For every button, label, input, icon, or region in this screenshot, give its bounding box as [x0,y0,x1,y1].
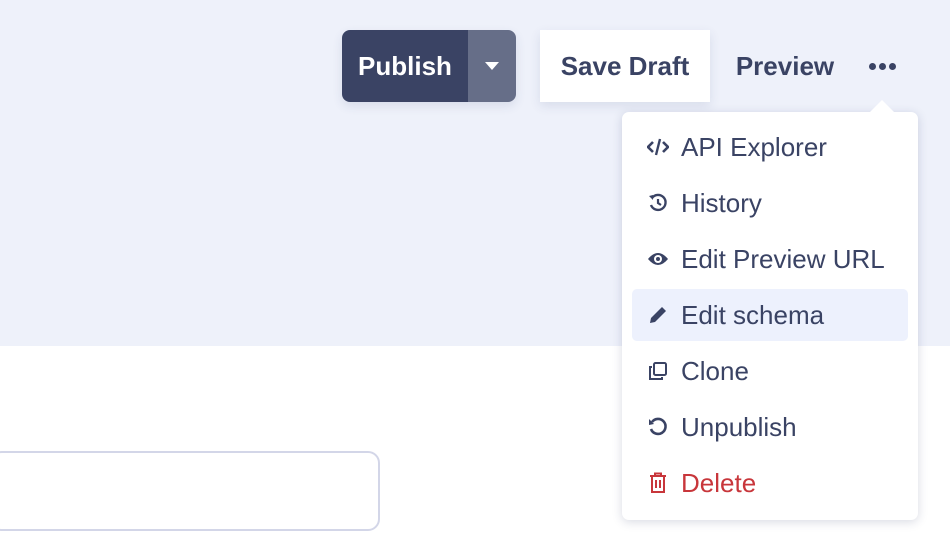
undo-icon [647,416,669,438]
menu-item-label: Edit schema [681,299,825,330]
menu-item-delete[interactable]: Delete [632,457,908,509]
eye-icon [647,248,669,270]
menu-item-label: Delete [681,467,757,498]
more-options-menu: API Explorer History Edit Preview URL Ed… [622,100,918,520]
chevron-down-icon [485,62,499,70]
trash-icon [647,472,669,494]
code-icon [647,136,669,158]
menu-item-label: History [681,187,762,218]
publish-button[interactable]: Publish [342,30,468,102]
menu-item-label: Unpublish [681,411,797,442]
menu-item-label: Edit Preview URL [681,243,885,274]
menu-item-api-explorer[interactable]: API Explorer [632,121,908,173]
menu-item-clone[interactable]: Clone [632,345,908,397]
menu-item-edit-schema[interactable]: Edit schema [632,289,908,341]
preview-button[interactable]: Preview [722,30,848,102]
text-input[interactable] [0,451,380,531]
history-icon [647,192,669,214]
publish-options-button[interactable] [468,30,516,102]
clone-icon [647,360,669,382]
menu-item-label: API Explorer [681,131,827,162]
menu-item-label: Clone [681,355,749,386]
menu-item-history[interactable]: History [632,177,908,229]
pencil-icon [647,304,669,326]
ellipsis-icon [868,62,876,70]
more-options-button[interactable] [860,44,904,88]
menu-item-unpublish[interactable]: Unpublish [632,401,908,453]
menu-item-edit-preview-url[interactable]: Edit Preview URL [632,233,908,285]
save-draft-button[interactable]: Save Draft [540,30,710,102]
publish-button-group: Publish [342,30,516,102]
